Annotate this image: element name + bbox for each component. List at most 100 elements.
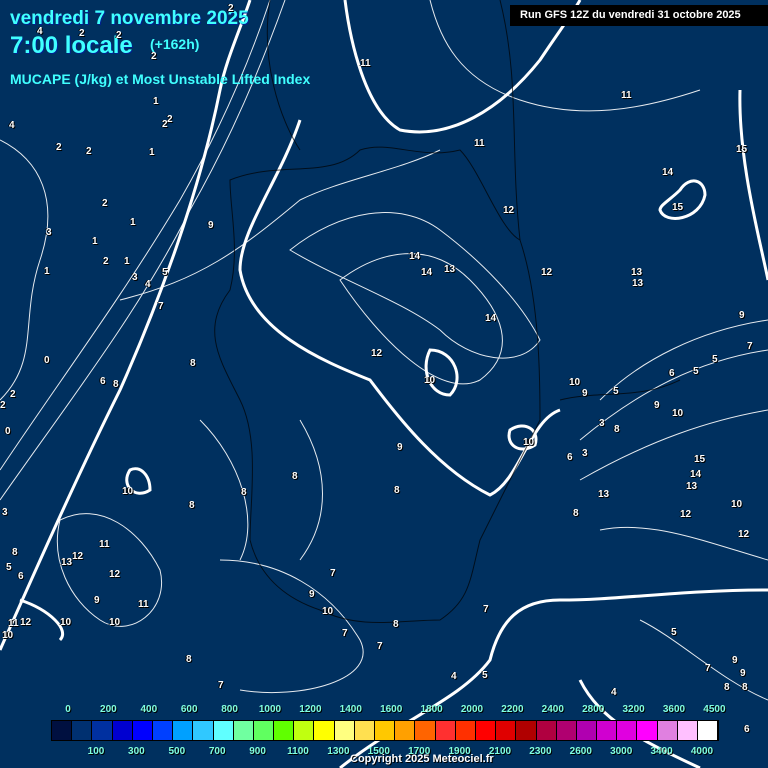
contour-label: 8 xyxy=(113,379,119,390)
weather-map: vendredi 7 novembre 2025 7:00 locale (+1… xyxy=(0,0,768,768)
contour-label: 13 xyxy=(631,267,643,278)
run-info: Run GFS 12Z du vendredi 31 octobre 2025 xyxy=(510,5,768,26)
legend-swatch xyxy=(173,721,194,740)
legend-label-bottom: 4000 xyxy=(690,746,714,757)
contour-label: 9 xyxy=(208,220,214,231)
map-title: MUCAPE (J/kg) et Most Unstable Lifted In… xyxy=(10,71,311,87)
contour-label: 8 xyxy=(241,487,247,498)
contour-label: 8 xyxy=(393,619,399,630)
contour-label: 9 xyxy=(582,388,588,399)
contour-label: 13 xyxy=(61,557,73,568)
contour-label: 11 xyxy=(138,599,149,610)
contour-label: 4 xyxy=(145,279,151,290)
legend-swatch xyxy=(314,721,335,740)
contour-label: 8 xyxy=(190,358,196,369)
contour-label: 8 xyxy=(12,547,18,558)
contour-label: 4 xyxy=(37,26,43,37)
contour-label: 2 xyxy=(151,51,157,62)
contour-label: 13 xyxy=(686,481,698,492)
contour-label: 8 xyxy=(742,682,748,693)
contour-label: 13 xyxy=(598,489,610,500)
contour-label: 12 xyxy=(109,569,121,580)
contour-label: 2 xyxy=(10,389,16,400)
contour-label: 3 xyxy=(582,448,588,459)
legend-label-bottom: 900 xyxy=(249,746,266,757)
copyright: Copyright 2025 Meteociel.fr xyxy=(350,753,494,765)
contour-label: 12 xyxy=(72,551,84,562)
contour-label: 6 xyxy=(567,452,573,463)
contour-label: 14 xyxy=(662,167,674,178)
contour-label: 12 xyxy=(680,509,692,520)
legend-swatch xyxy=(334,721,355,740)
legend-label-bottom: 700 xyxy=(208,746,226,757)
legend-swatch xyxy=(536,721,557,740)
contour-label: 2 xyxy=(79,28,85,39)
legend-swatch xyxy=(294,721,315,740)
contour-label: 2 xyxy=(162,119,168,130)
forecast-date: vendredi 7 novembre 2025 xyxy=(10,8,249,29)
contour-label: 4 xyxy=(451,671,457,682)
contour-label: 8 xyxy=(573,508,579,519)
legend-label-top: 600 xyxy=(180,704,198,715)
contour-label: 1 xyxy=(149,147,155,158)
legend-swatch xyxy=(354,721,375,740)
contour-label: 8 xyxy=(724,682,730,693)
contour-label: 1 xyxy=(153,96,159,107)
contour-label: 13 xyxy=(444,264,456,275)
contour-label: 7 xyxy=(342,628,348,639)
legend-swatch xyxy=(415,721,436,740)
legend-swatch xyxy=(92,721,113,740)
contour-label: 8 xyxy=(186,654,192,665)
contour-label: 12 xyxy=(541,267,553,278)
legend-label-top: 3600 xyxy=(662,704,686,715)
legend-label-top: 2800 xyxy=(582,704,605,715)
contour-label: 8 xyxy=(292,471,298,482)
legend-swatch xyxy=(576,721,598,740)
contour-label: 12 xyxy=(738,529,750,540)
contour-label: 14 xyxy=(409,251,421,262)
contour-label: 5 xyxy=(712,354,718,365)
legend-label-top: 1200 xyxy=(299,704,322,715)
contour-label: 8 xyxy=(189,500,195,511)
legend-swatch xyxy=(72,721,93,740)
legend-label-bottom: 1300 xyxy=(327,746,350,757)
contour-label: 7 xyxy=(158,301,164,312)
contour-label: 7 xyxy=(330,568,336,579)
contour-label: 10 xyxy=(672,408,684,419)
legend-label-bottom: 3400 xyxy=(650,746,673,757)
contour-label: 2 xyxy=(102,198,108,209)
contour-label: 12 xyxy=(371,348,383,359)
contour-label: 5 xyxy=(162,267,168,278)
legend-label-top: 1400 xyxy=(339,704,362,715)
legend-swatch xyxy=(213,721,234,740)
legend-label-top: 200 xyxy=(100,704,117,715)
legend-swatch xyxy=(657,721,678,740)
contour-label: 9 xyxy=(94,595,100,606)
contour-label: 2 xyxy=(86,146,92,157)
contour-label: 5 xyxy=(6,562,12,573)
contour-label: 4 xyxy=(611,687,617,698)
contour-label: 10 xyxy=(60,617,72,628)
contour-label: 10 xyxy=(523,437,535,448)
contour-label: 1 xyxy=(44,266,50,277)
legend-label-top: 400 xyxy=(140,704,158,715)
contour-label: 5 xyxy=(613,386,619,397)
contour-label: 5 xyxy=(671,627,677,638)
legend-swatch xyxy=(637,721,658,740)
country-borders xyxy=(214,0,681,623)
legend-label-bottom: 1100 xyxy=(287,746,309,757)
legend-label-top: 4500 xyxy=(703,704,726,715)
legend-swatch xyxy=(375,721,396,740)
legend-swatch xyxy=(496,721,517,740)
legend-swatch xyxy=(435,721,456,740)
contour-label: 11 xyxy=(360,58,371,69)
legend-label-bottom: 3000 xyxy=(610,746,633,757)
contour-label: 5 xyxy=(693,366,699,377)
contour-label: 7 xyxy=(483,604,489,615)
contour-label: 9 xyxy=(732,655,738,666)
contour-label: 1 xyxy=(130,217,136,228)
legend-label-bottom: 300 xyxy=(128,746,145,757)
contour-label: 6 xyxy=(18,571,24,582)
contour-label: 14 xyxy=(485,313,497,324)
forecast-time: 7:00 locale xyxy=(10,32,133,59)
